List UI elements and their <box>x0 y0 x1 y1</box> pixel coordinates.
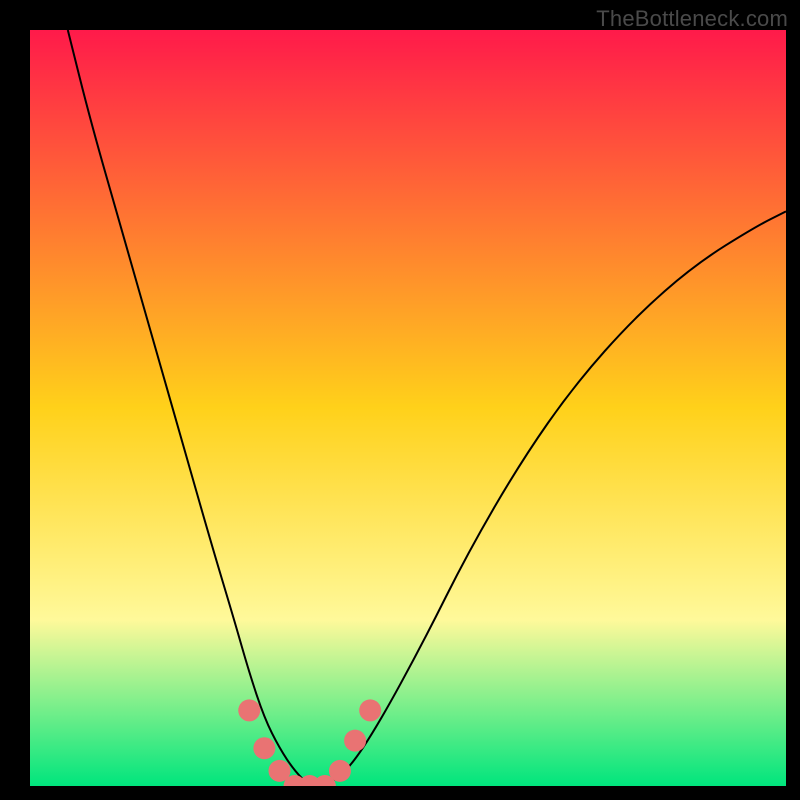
highlight-marker <box>238 699 260 721</box>
highlight-marker <box>359 699 381 721</box>
gradient-background <box>30 30 786 786</box>
highlight-marker <box>329 760 351 782</box>
watermark-text: TheBottleneck.com <box>596 6 788 32</box>
chart-frame: TheBottleneck.com <box>0 0 800 800</box>
highlight-marker <box>344 730 366 752</box>
plot-area <box>30 30 786 786</box>
highlight-marker <box>253 737 275 759</box>
bottleneck-chart <box>30 30 786 786</box>
